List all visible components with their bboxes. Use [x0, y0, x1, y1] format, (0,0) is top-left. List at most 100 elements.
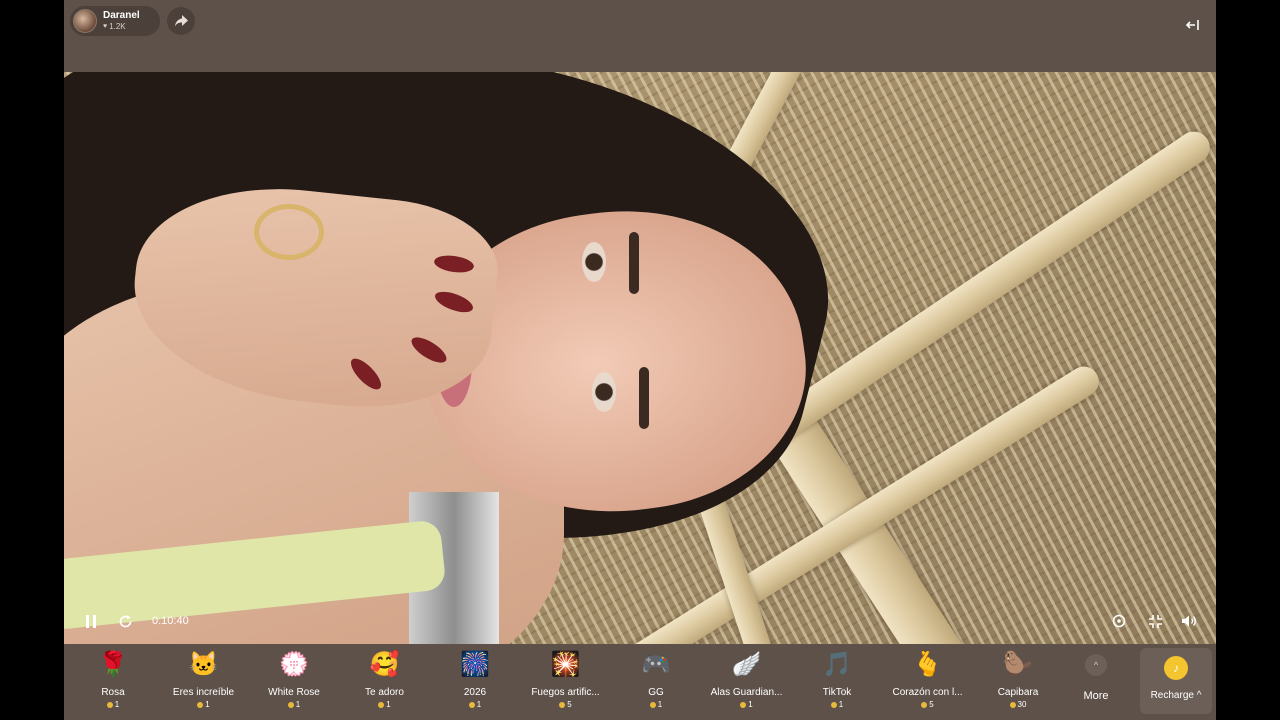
gift-price-value: 5	[929, 700, 934, 709]
more-label: More	[1083, 690, 1109, 702]
replay-icon	[119, 614, 131, 627]
more-gifts-button[interactable]: ^ More	[1074, 650, 1118, 714]
gift-icon: 🦫	[1003, 651, 1033, 678]
gift-price: 1	[429, 700, 521, 709]
gift-icon: 🎮	[641, 651, 671, 678]
coin-icon	[287, 701, 294, 708]
gift-icon: 💮	[279, 651, 309, 678]
gift-item[interactable]: 🎇 Fuegos artific... 5	[520, 648, 612, 714]
gift-name: White Rose	[268, 687, 320, 698]
gift-name: Rosa	[101, 687, 125, 698]
gift-icon: 🎵	[822, 651, 852, 678]
exit-icon	[1186, 20, 1199, 30]
gift-price-value: 1	[657, 700, 663, 709]
sun-ring-shape	[254, 204, 324, 260]
heart-icon: ♥	[103, 23, 108, 30]
gift-price-value: 1	[476, 700, 482, 709]
coin-icon	[921, 701, 928, 708]
gift-icon: 🌹	[98, 651, 128, 678]
gift-item[interactable]: 🌹 Rosa 1	[67, 648, 159, 714]
pause-button[interactable]	[82, 610, 100, 632]
coin-icon	[468, 701, 475, 708]
coin-icon	[830, 701, 837, 708]
gift-name: Te adoro	[365, 687, 404, 698]
gift-icon: 🎆	[460, 651, 490, 678]
gift-name: 2026	[463, 687, 487, 698]
gift-name: Alas Guardian...	[710, 687, 783, 698]
gift-price-value: 5	[567, 700, 572, 709]
gift-price: 1	[158, 700, 250, 709]
video-frame[interactable]: 0:10:40	[64, 72, 1216, 644]
gift-price-value: 1	[386, 700, 391, 709]
gift-price-value: 1	[295, 700, 301, 709]
gift-name: GG	[648, 687, 664, 698]
gift-price: 30	[972, 700, 1064, 709]
avatar[interactable]	[73, 9, 97, 33]
host-name: Daranel	[103, 10, 140, 21]
gift-price-value: 1	[748, 700, 753, 709]
speaker-icon	[1182, 615, 1196, 627]
eye-shape	[592, 372, 616, 412]
coin-icon	[1009, 701, 1016, 708]
gift-item[interactable]: 🦫 Capibara 30	[972, 648, 1064, 714]
gift-name: Eres increíble	[172, 687, 235, 698]
left-letterbox	[0, 0, 64, 720]
fullscreen-button[interactable]	[1144, 610, 1166, 632]
volume-button[interactable]	[1178, 610, 1200, 632]
host-likes: ♥ 1.2K	[103, 21, 140, 32]
host-meta: Daranel ♥ 1.2K	[103, 10, 140, 32]
eye-shape	[582, 242, 606, 282]
share-button[interactable]	[167, 7, 195, 35]
gift-item[interactable]: 🫰 Corazón con l... 5	[882, 648, 974, 714]
gift-icon: 🎇	[550, 651, 581, 678]
gift-price: 1	[791, 700, 883, 709]
gift-icon: 🪽	[731, 651, 762, 678]
gift-price: 1	[339, 700, 431, 709]
coin-icon	[740, 701, 747, 708]
gift-item[interactable]: 🐱 Eres increíble 1	[158, 648, 250, 714]
gift-item[interactable]: 💮 White Rose 1	[248, 648, 340, 714]
coin-icon	[378, 701, 385, 708]
gift-price: 1	[701, 700, 793, 709]
pause-icon	[86, 614, 96, 628]
coin-icon	[649, 701, 656, 708]
host-profile-chip[interactable]: Daranel ♥ 1.2K	[70, 6, 160, 36]
gift-item[interactable]: 🎵 TikTok 1	[791, 648, 883, 714]
exit-button[interactable]	[1182, 14, 1204, 36]
gift-name: Corazón con l...	[892, 687, 963, 698]
gift-name: TikTok	[822, 687, 852, 698]
recharge-label: Recharge ^	[1150, 690, 1202, 701]
likes-count: 1.2K	[109, 22, 126, 31]
collapse-icon	[1148, 614, 1162, 628]
gift-item[interactable]: 🥰 Te adoro 1	[339, 648, 431, 714]
tiktok-coin-icon: ♪	[1164, 656, 1188, 680]
share-icon	[174, 15, 188, 27]
gift-bar: 🌹 Rosa 1 🐱 Eres increíble 1 💮 White Rose 1 🥰 Te ad…	[64, 644, 1216, 720]
gift-item[interactable]: 🎮 GG 1	[610, 648, 702, 714]
chevron-up-icon: ^	[1085, 654, 1107, 676]
settings-button[interactable]	[1108, 610, 1130, 632]
gift-price: 1	[67, 700, 159, 709]
recharge-button[interactable]: ♪ Recharge ^	[1140, 648, 1212, 714]
gift-price-value: 1	[838, 700, 844, 709]
gift-item[interactable]: 🎆 2026 1	[429, 648, 521, 714]
gear-icon	[1112, 614, 1126, 628]
gift-icon: 🐱	[188, 651, 219, 678]
live-player: Daranel ♥ 1.2K 0:10:40 🌹 Rosa 1 🐱 Eres i…	[64, 0, 1216, 720]
coin-icon	[106, 701, 113, 708]
gift-price-value: 30	[1017, 700, 1027, 709]
gift-item[interactable]: 🪽 Alas Guardian... 1	[701, 648, 793, 714]
gift-price-value: 1	[114, 700, 120, 709]
eyebrow-shape	[629, 232, 639, 294]
gift-name: Fuegos artific...	[531, 687, 600, 698]
gift-icon: 🥰	[369, 651, 400, 678]
gift-name: Capibara	[997, 687, 1039, 698]
eyebrow-shape	[639, 367, 649, 429]
replay-button[interactable]	[116, 610, 134, 632]
elapsed-time: 0:10:40	[152, 615, 189, 627]
right-letterbox	[1216, 0, 1280, 720]
gift-price-value: 1	[205, 700, 210, 709]
coin-icon	[197, 701, 204, 708]
coin-icon	[559, 701, 566, 708]
gift-price: 1	[610, 700, 702, 709]
